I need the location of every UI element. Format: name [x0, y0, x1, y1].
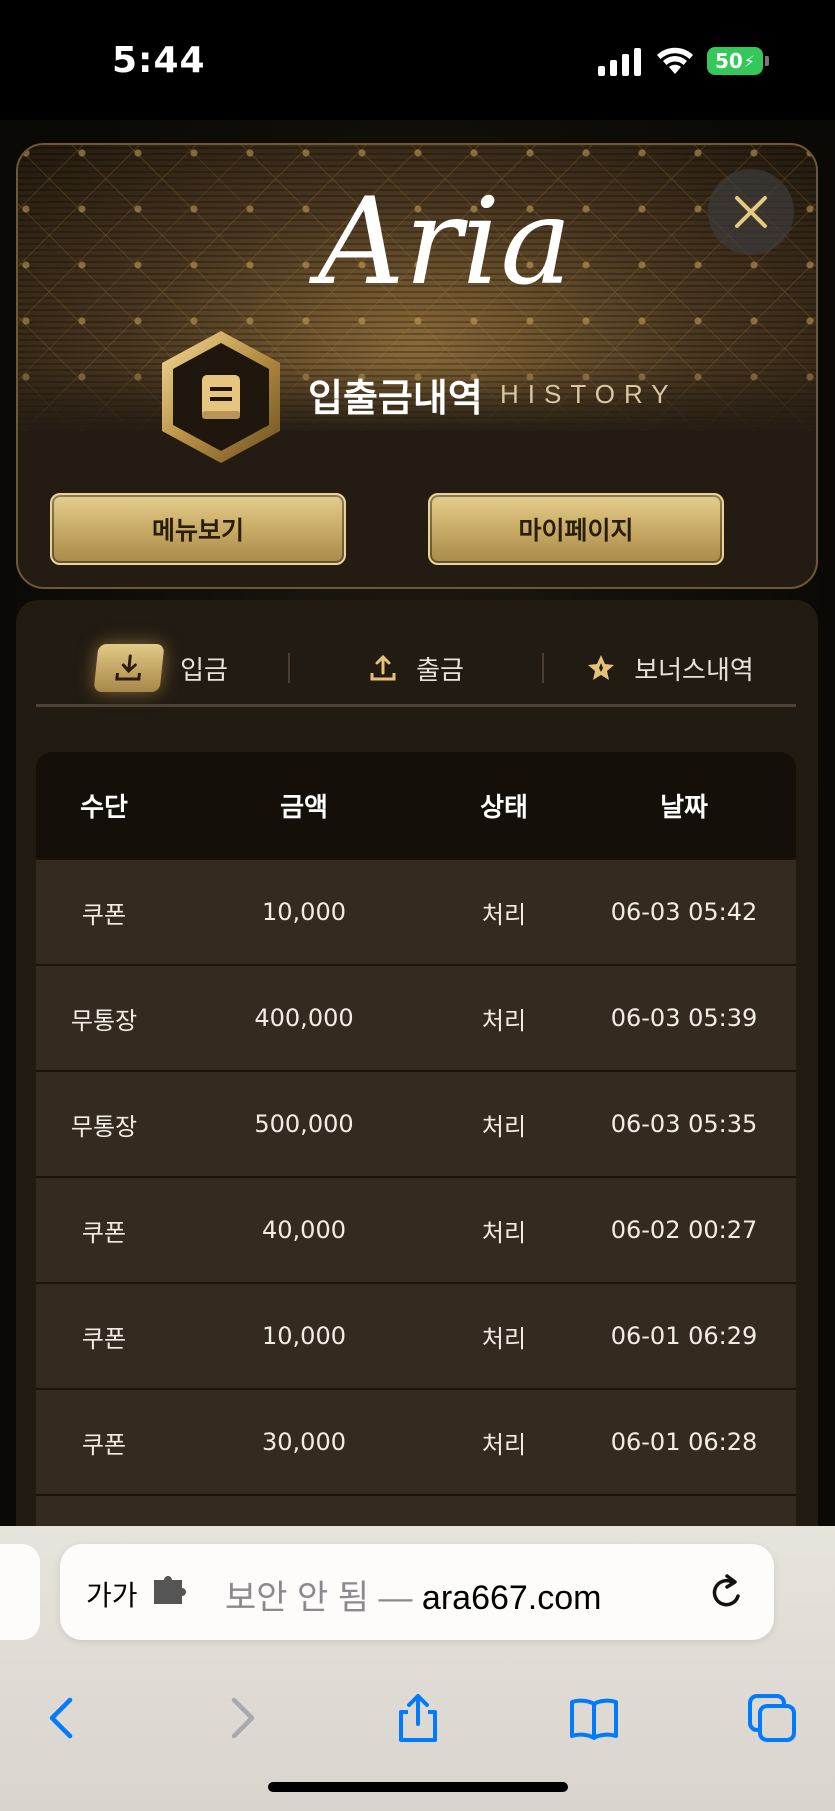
cell-status: 처리	[481, 1324, 527, 1353]
cellular-signal-icon	[598, 46, 641, 76]
forward-icon[interactable]	[216, 1692, 268, 1744]
cell-method: 쿠폰	[81, 900, 127, 929]
cell-method: 쿠폰	[81, 1218, 127, 1247]
cell-method: 무통장	[70, 1112, 138, 1141]
table-row: 무통장 400,000 처리 06-03 05:39	[36, 964, 796, 1070]
battery-tip	[765, 56, 769, 66]
cell-method: 쿠폰	[81, 1324, 127, 1353]
page-subtitle: HISTORY	[500, 379, 678, 409]
cell-date: 06-01 06:29	[610, 1322, 758, 1350]
cell-status: 처리	[481, 1218, 527, 1247]
previous-tab-peek[interactable]	[0, 1544, 40, 1640]
aria-logo: Aria	[308, 173, 568, 312]
url-domain: ara667.com	[421, 1579, 602, 1617]
history-tabs: 입금 출금 보너스내역	[36, 630, 796, 706]
table-row: 쿠폰 40,000 처리 06-02 00:27	[36, 1176, 796, 1282]
mypage-button[interactable]: 마이페이지	[428, 493, 724, 565]
cell-amount: 30,000	[262, 1428, 346, 1456]
url-display[interactable]: 보안 안 됨 — ara667.com	[225, 1570, 601, 1619]
download-icon	[93, 644, 165, 692]
cell-status: 처리	[481, 900, 527, 929]
table-row: 쿠폰 30,000 처리 06-01 06:28	[36, 1388, 796, 1494]
tabs-underline	[36, 704, 796, 707]
header-status: 상태	[480, 792, 528, 823]
bookmarks-icon[interactable]	[568, 1692, 620, 1744]
cell-amount: 500,000	[254, 1110, 354, 1138]
table-row: 쿠폰 10,000 처리 06-01 06:29	[36, 1282, 796, 1388]
table-row: 쿠폰 10,000 처리 06-03 05:42	[36, 858, 796, 964]
share-icon[interactable]	[392, 1692, 444, 1744]
address-bar[interactable]: 가가 보안 안 됨 — ara667.com	[60, 1544, 774, 1640]
close-icon	[735, 196, 767, 228]
close-button[interactable]	[708, 169, 794, 255]
tab-bonus-label: 보너스내역	[634, 655, 754, 686]
cell-status: 처리	[481, 1112, 527, 1141]
svg-text:Aria: Aria	[308, 173, 568, 312]
cell-date: 06-03 05:39	[610, 1004, 758, 1032]
header-date: 날짜	[660, 792, 708, 823]
tabs-icon[interactable]	[746, 1692, 798, 1744]
home-indicator	[268, 1782, 568, 1792]
history-table: 수단 금액 상태 날짜 쿠폰 10,000 처리 06-03 05:42 무통장…	[36, 752, 796, 1600]
cell-date: 06-01 06:28	[610, 1428, 758, 1456]
clock: 5:44	[112, 40, 206, 81]
wifi-icon	[657, 47, 693, 74]
history-book-icon	[162, 331, 280, 463]
security-warning: 보안 안 됨 —	[225, 1579, 413, 1617]
tab-deposit[interactable]: 입금	[36, 644, 288, 692]
extension-icon[interactable]	[152, 1576, 186, 1606]
tab-deposit-label: 입금	[180, 655, 228, 686]
back-icon[interactable]	[36, 1692, 88, 1744]
header-method: 수단	[80, 792, 128, 823]
cell-status: 처리	[481, 1430, 527, 1459]
cell-amount: 400,000	[254, 1004, 354, 1032]
star-icon	[588, 655, 615, 680]
cell-method: 쿠폰	[81, 1430, 127, 1459]
text-size-button[interactable]: 가가	[86, 1574, 138, 1614]
status-bar: 5:44 50 ⚡	[0, 0, 835, 120]
cell-date: 06-03 05:35	[610, 1110, 758, 1138]
battery-level: 50	[714, 49, 743, 73]
cell-amount: 40,000	[262, 1216, 346, 1244]
table-header: 수단 금액 상태 날짜	[36, 752, 796, 858]
cell-amount: 10,000	[262, 1322, 346, 1350]
menu-button[interactable]: 메뉴보기	[50, 493, 346, 565]
tab-withdraw[interactable]: 출금	[290, 650, 542, 687]
table-row: 무통장 500,000 처리 06-03 05:35	[36, 1070, 796, 1176]
cell-method: 무통장	[70, 1006, 138, 1035]
battery-icon: 50 ⚡	[707, 47, 763, 75]
history-content: 입금 출금 보너스내역 수단 금액 상태 날짜 쿠폰 10,000 처리 06-…	[16, 600, 818, 1600]
header-amount: 금액	[280, 792, 328, 823]
cell-amount: 10,000	[262, 898, 346, 926]
cell-status: 처리	[481, 1006, 527, 1035]
page-title: 입출금내역	[308, 376, 483, 420]
tab-withdraw-label: 출금	[416, 655, 464, 686]
tab-bonus[interactable]: 보너스내역	[544, 650, 796, 687]
browser-toolbar: 가가 보안 안 됨 — ara667.com	[0, 1526, 835, 1811]
cell-date: 06-02 00:27	[610, 1216, 758, 1244]
reload-icon[interactable]	[708, 1572, 746, 1612]
cell-date: 06-03 05:42	[610, 898, 758, 926]
upload-icon	[370, 654, 396, 681]
history-header: Aria 입출금내역 HISTORY 메뉴보기 마이페이지	[16, 143, 818, 589]
